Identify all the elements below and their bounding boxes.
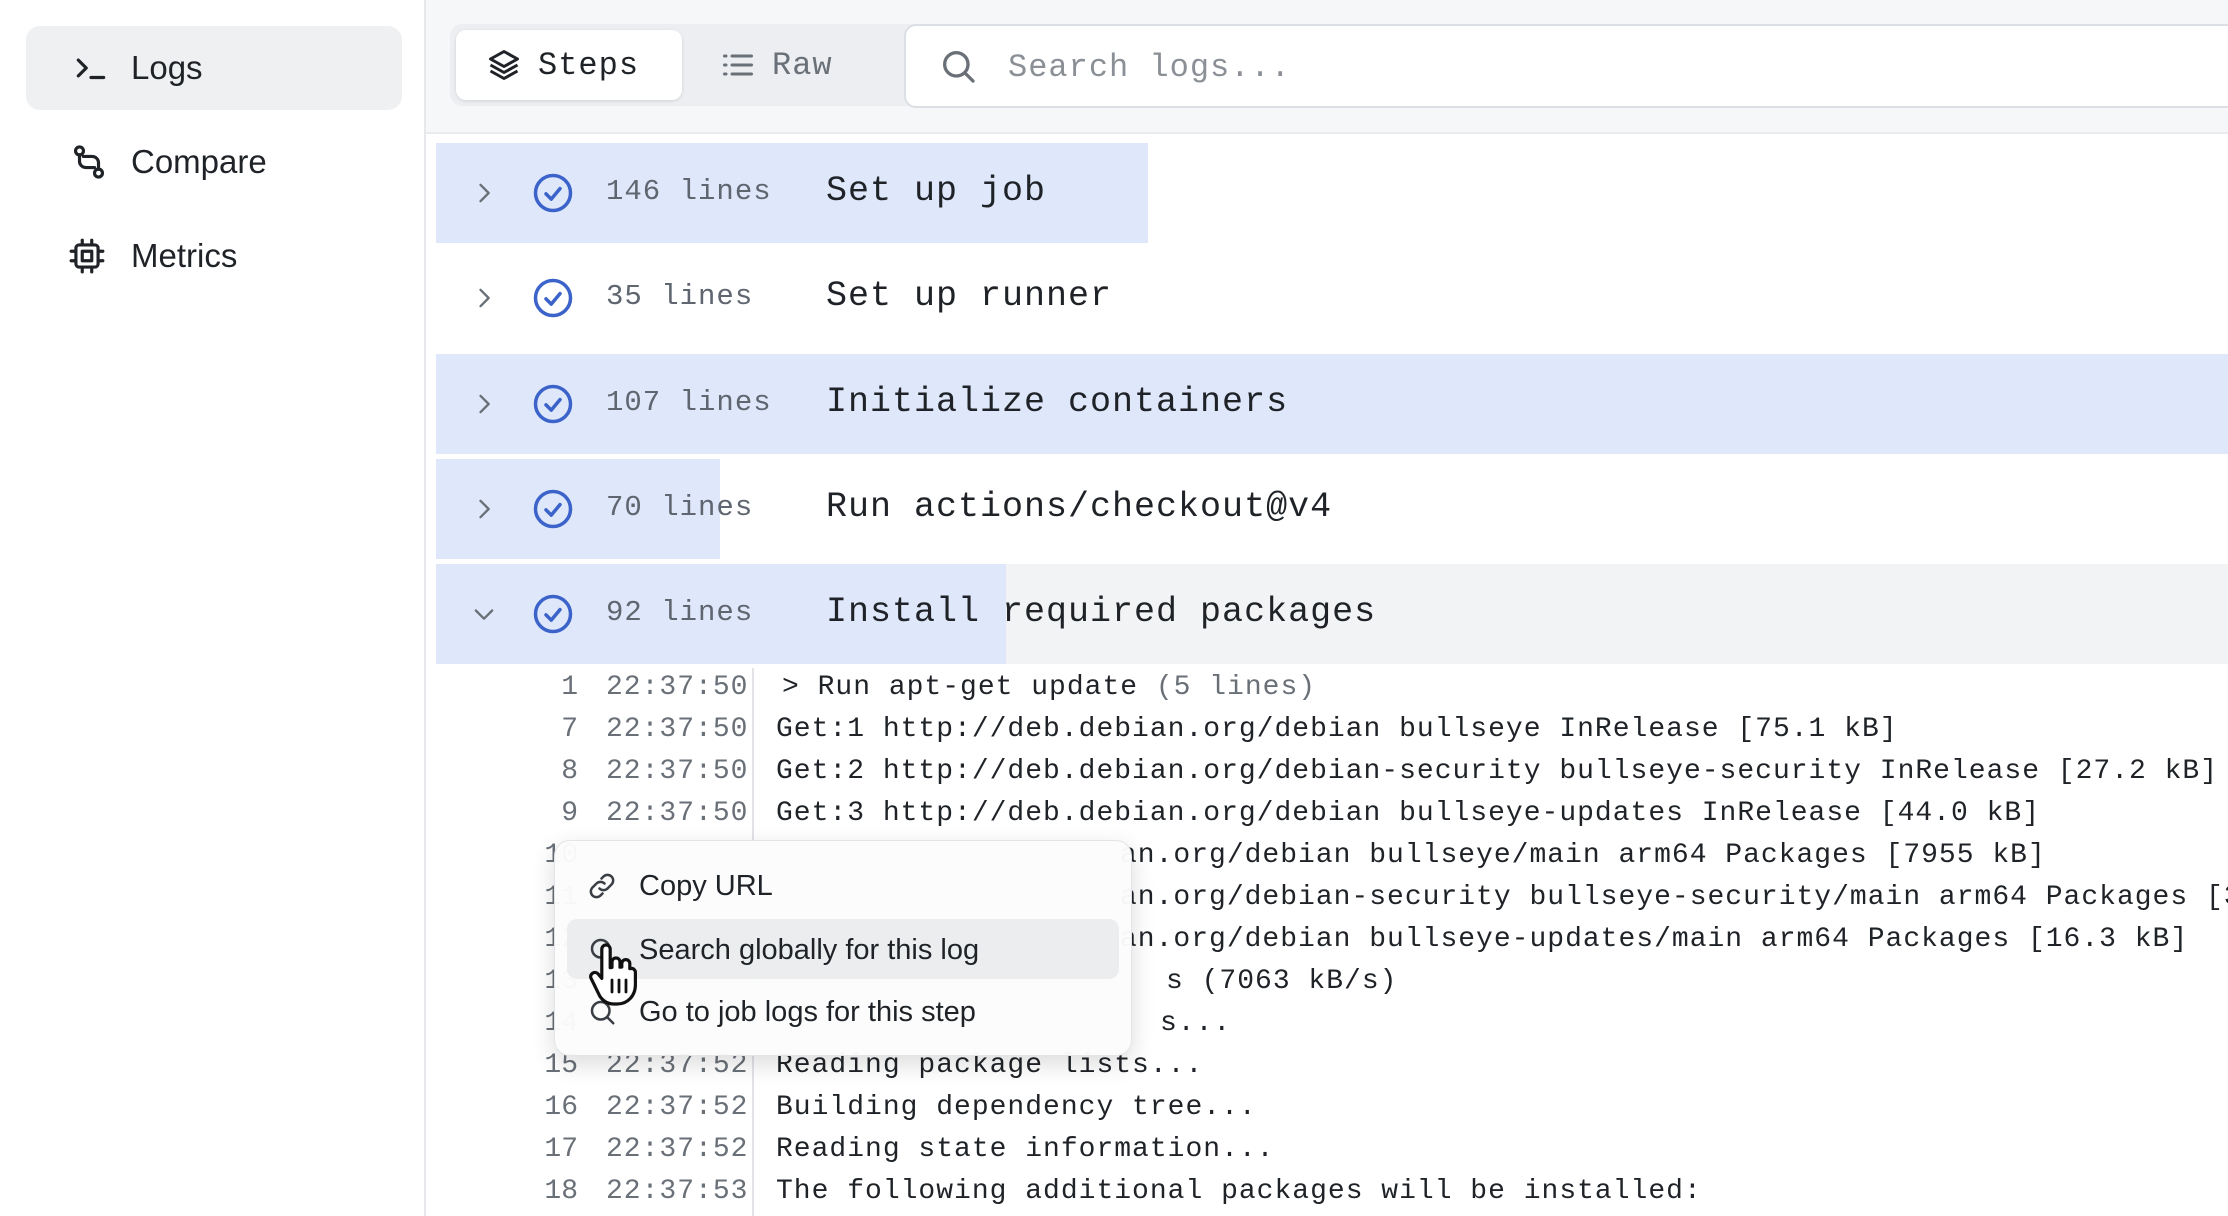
log-toolbar: Steps Raw	[426, 0, 2228, 134]
log-line[interactable]: 18 22:37:53 The following additional pac…	[436, 1172, 2228, 1214]
check-circle-icon	[533, 489, 573, 529]
line-number[interactable]: 9	[496, 798, 578, 829]
check-circle-icon	[533, 594, 573, 634]
log-line[interactable]: 7 22:37:50 Get:1 http://deb.debian.org/d…	[436, 710, 2228, 752]
step-row[interactable]: 107 lines Initialize containers	[436, 354, 2228, 454]
step-row-expanded[interactable]: 92 lines Install required packages	[436, 564, 2228, 664]
line-number[interactable]: 17	[496, 1134, 578, 1165]
log-text: Reading state information...	[776, 1134, 1275, 1165]
step-line-count: 35 lines	[606, 280, 754, 313]
sidebar-item-metrics[interactable]: Metrics	[26, 214, 402, 298]
log-line[interactable]: 1 22:37:50 > Run apt-get update (5 lines…	[436, 668, 2228, 710]
step-row[interactable]: 146 lines Set up job	[436, 143, 2228, 243]
log-text: Get:3 http://deb.debian.org/debian bulls…	[776, 798, 2040, 829]
log-group-toggle[interactable]: > Run apt-get update (5 lines)	[782, 672, 1316, 703]
copy-url-menu-item[interactable]: Copy URL	[567, 855, 1119, 915]
go-to-job-logs-menu-item[interactable]: Go to job logs for this step	[567, 981, 1119, 1041]
log-line[interactable]: 9 22:37:50 Get:3 http://deb.debian.org/d…	[436, 794, 2228, 836]
sidebar-item-label: Logs	[131, 49, 203, 86]
chevron-right-icon[interactable]	[470, 495, 498, 523]
list-icon	[723, 54, 753, 76]
chevron-right-icon[interactable]	[470, 284, 498, 312]
log-line[interactable]: 8 22:37:50 Get:2 http://deb.debian.org/d…	[436, 752, 2228, 794]
log-line[interactable]: 17 22:37:52 Reading state information...	[436, 1130, 2228, 1172]
step-title: Run actions/checkout@v4	[826, 487, 1333, 527]
timestamp: 22:37:50	[606, 672, 749, 703]
timestamp: 22:37:50	[606, 798, 749, 829]
sidebar: Logs Compare Metrics	[0, 0, 426, 1216]
timestamp: 22:37:52	[606, 1092, 749, 1123]
steps-view-button[interactable]: Steps	[456, 30, 682, 100]
log-text: > Run apt-get update	[782, 672, 1139, 703]
sidebar-item-compare[interactable]: Compare	[26, 120, 402, 204]
line-number[interactable]: 1	[496, 672, 578, 703]
check-circle-icon	[533, 173, 573, 213]
timestamp: 22:37:50	[606, 756, 749, 787]
sidebar-item-logs[interactable]: Logs	[26, 26, 402, 110]
menu-item-label: Go to job logs for this step	[639, 996, 976, 1028]
step-line-count: 107 lines	[606, 386, 772, 419]
sidebar-item-label: Metrics	[131, 237, 238, 274]
layers-icon	[489, 50, 519, 80]
log-text: an.org/debian bullseye/main arm64 Packag…	[1120, 840, 2046, 871]
log-text: s (7063 kB/s)	[1166, 966, 1398, 997]
step-row[interactable]: 35 lines Set up runner	[436, 248, 2228, 348]
search-icon	[943, 51, 975, 83]
log-text: an.org/debian bullseye-updates/main arm6…	[1120, 924, 2189, 955]
sidebar-item-label: Compare	[131, 143, 267, 180]
timestamp: 22:37:53	[606, 1176, 749, 1207]
line-number[interactable]: 7	[496, 714, 578, 745]
chevron-down-icon[interactable]	[470, 600, 498, 628]
step-title: Install required packages	[826, 592, 1377, 632]
step-title: Set up job	[826, 171, 1047, 211]
link-icon	[589, 873, 615, 899]
git-compare-icon	[73, 145, 105, 179]
search-input[interactable]	[1006, 26, 2210, 108]
line-number[interactable]: 18	[496, 1176, 578, 1207]
chevron-right-icon[interactable]	[470, 179, 498, 207]
step-line-count: 92 lines	[606, 596, 754, 629]
check-circle-icon	[533, 384, 573, 424]
log-group-count: (5 lines)	[1138, 672, 1317, 703]
log-text: Get:1 http://deb.debian.org/debian bulls…	[776, 714, 1898, 745]
step-line-count: 146 lines	[606, 175, 772, 208]
steps-view-label: Steps	[538, 46, 640, 84]
log-text: The following additional packages will b…	[776, 1176, 1702, 1207]
timestamp: 22:37:50	[606, 714, 749, 745]
cpu-chip-icon	[69, 238, 105, 274]
log-text: Get:2 http://deb.debian.org/debian-secur…	[776, 756, 2219, 787]
step-title: Set up runner	[826, 276, 1113, 316]
line-number[interactable]: 16	[496, 1092, 578, 1123]
chevron-right-icon[interactable]	[470, 390, 498, 418]
raw-view-label: Raw	[772, 46, 833, 84]
menu-item-label: Copy URL	[639, 870, 773, 902]
check-circle-icon	[533, 278, 573, 318]
step-title: Initialize containers	[826, 382, 1289, 422]
search-box	[904, 24, 2228, 108]
hand-pointer-cursor-icon	[589, 943, 637, 1006]
timestamp: 22:37:52	[606, 1134, 749, 1165]
step-row[interactable]: 70 lines Run actions/checkout@v4	[436, 459, 2228, 559]
terminal-icon	[76, 58, 106, 80]
log-line[interactable]: 16 22:37:52 Building dependency tree...	[436, 1088, 2228, 1130]
log-text: an.org/debian-security bullseye-security…	[1120, 882, 2228, 913]
line-number[interactable]: 8	[496, 756, 578, 787]
log-text: Building dependency tree...	[776, 1092, 1257, 1123]
search-globally-menu-item[interactable]: Search globally for this log	[567, 919, 1119, 979]
log-text: s...	[1160, 1008, 1232, 1039]
raw-view-button[interactable]: Raw	[690, 30, 876, 100]
step-line-count: 70 lines	[606, 491, 754, 524]
menu-item-label: Search globally for this log	[639, 934, 980, 966]
